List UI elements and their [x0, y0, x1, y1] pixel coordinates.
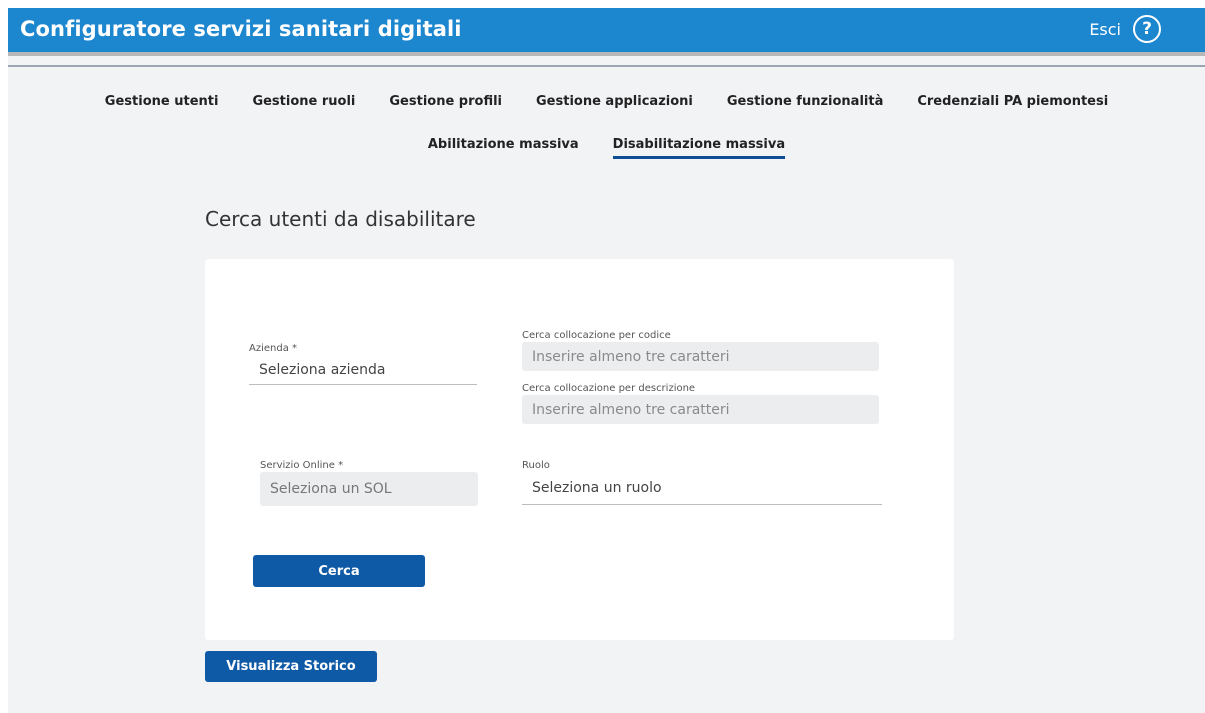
azienda-select[interactable]: Seleziona azienda	[249, 358, 477, 385]
page-title: Cerca utenti da disabilitare	[205, 207, 476, 231]
nav-gestione-utenti[interactable]: Gestione utenti	[105, 94, 219, 109]
nav-abilitazione-massiva[interactable]: Abilitazione massiva	[428, 137, 579, 152]
nav-disabilitazione-massiva[interactable]: Disabilitazione massiva	[612, 137, 786, 159]
help-glyph: ?	[1142, 18, 1152, 39]
header-actions: Esci ?	[1089, 15, 1161, 43]
nav-gestione-applicazioni[interactable]: Gestione applicazioni	[536, 94, 693, 109]
main-nav-secondary: Abilitazione massiva Disabilitazione mas…	[8, 137, 1205, 159]
codice-search-input[interactable]	[522, 342, 879, 371]
nav-gestione-profili[interactable]: Gestione profili	[389, 94, 502, 109]
help-icon[interactable]: ?	[1133, 15, 1161, 43]
descrizione-search-input[interactable]	[522, 395, 879, 424]
nav-gestione-funzionalita[interactable]: Gestione funzionalità	[727, 94, 883, 109]
nav-credenziali-pa[interactable]: Credenziali PA piemontesi	[917, 94, 1108, 109]
descrizione-label: Cerca collocazione per descrizione	[522, 383, 696, 394]
search-form-card: Azienda * Seleziona azienda Cerca colloc…	[205, 259, 954, 640]
ruolo-label: Ruolo	[522, 460, 550, 471]
nav-gestione-ruoli[interactable]: Gestione ruoli	[252, 94, 355, 109]
servizio-label: Servizio Online *	[260, 460, 344, 471]
azienda-label: Azienda *	[249, 343, 298, 354]
logout-link[interactable]: Esci	[1089, 20, 1121, 39]
codice-label: Cerca collocazione per codice	[522, 330, 671, 341]
app-frame: Configuratore servizi sanitari digitali …	[8, 8, 1205, 713]
app-title: Configuratore servizi sanitari digitali	[20, 17, 462, 41]
header-shadow	[8, 52, 1205, 56]
search-button[interactable]: Cerca	[253, 555, 425, 587]
history-button[interactable]: Visualizza Storico	[205, 651, 377, 682]
ruolo-select[interactable]: Seleziona un ruolo	[522, 473, 882, 505]
servizio-select[interactable]: Seleziona un SOL	[260, 472, 478, 506]
header-divider	[8, 65, 1205, 67]
main-nav-primary: Gestione utenti Gestione ruoli Gestione …	[8, 94, 1205, 109]
app-header: Configuratore servizi sanitari digitali …	[8, 8, 1205, 52]
